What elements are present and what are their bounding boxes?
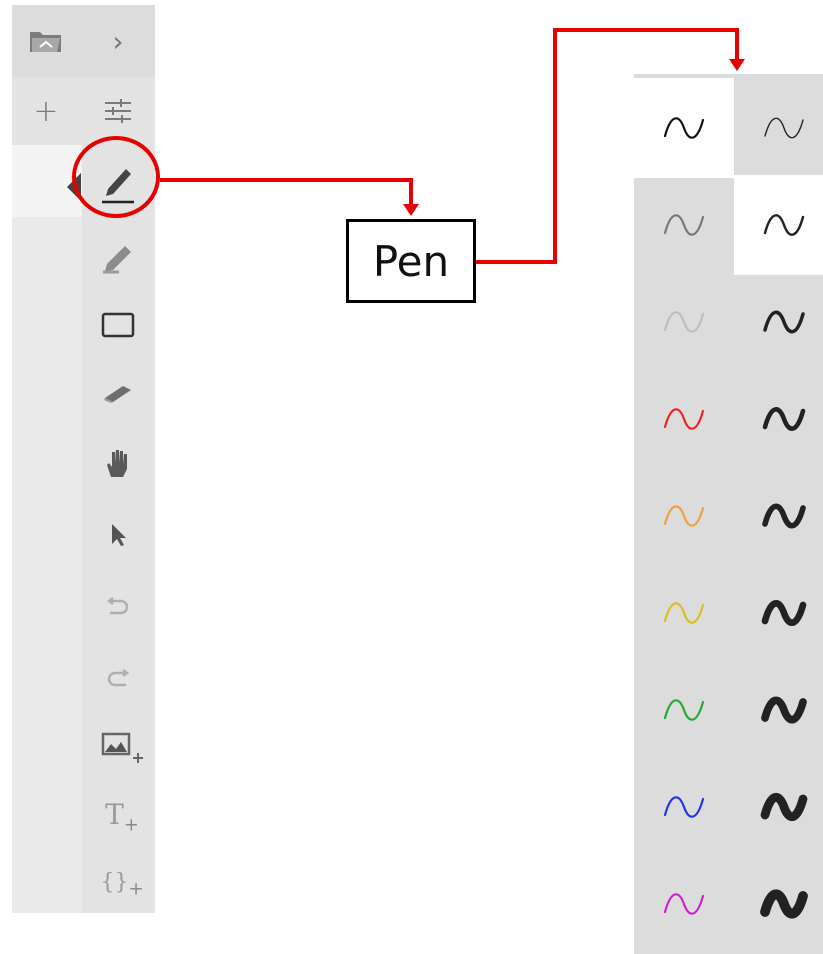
stroke-wave-icon	[663, 505, 705, 527]
stroke-wave-icon	[663, 408, 705, 430]
pen-color-magenta[interactable]	[634, 854, 734, 954]
stroke-wave-icon	[762, 503, 806, 529]
pen-thickness-9[interactable]	[734, 854, 823, 954]
pen-color-orange[interactable]	[634, 466, 734, 566]
pen-color-red[interactable]	[634, 369, 734, 469]
stroke-wave-icon	[663, 602, 705, 624]
stroke-wave-icon	[663, 311, 705, 333]
stroke-wave-icon	[760, 793, 808, 821]
stroke-wave-icon	[663, 214, 705, 236]
stroke-wave-icon	[761, 696, 807, 724]
pen-thickness-1[interactable]	[734, 78, 823, 178]
stroke-wave-icon	[764, 117, 804, 139]
stroke-wave-icon	[663, 893, 705, 915]
pen-thickness-6[interactable]	[734, 563, 823, 663]
pen-color-yellow[interactable]	[634, 563, 734, 663]
stroke-wave-icon	[762, 407, 806, 431]
pen-callout-label: Pen	[346, 219, 476, 303]
pen-color-light-gray[interactable]	[634, 272, 734, 372]
pen-color-green[interactable]	[634, 660, 734, 760]
pen-color-dark-gray[interactable]	[634, 175, 734, 275]
arrow-to-pen-callout	[160, 178, 413, 205]
pen-color-blue[interactable]	[634, 757, 734, 857]
arrowhead-pen-panel	[729, 59, 745, 71]
stroke-wave-icon	[763, 310, 805, 334]
stroke-wave-icon	[761, 600, 807, 626]
arrowhead-pen-callout	[403, 204, 419, 216]
stroke-wave-icon	[663, 699, 705, 721]
stroke-wave-icon	[760, 889, 808, 919]
stroke-wave-icon	[663, 796, 705, 818]
pen-thickness-7[interactable]	[734, 660, 823, 760]
pen-thickness-3[interactable]	[734, 272, 823, 372]
pen-thickness-8[interactable]	[734, 757, 823, 857]
stroke-wave-icon	[663, 117, 705, 139]
pen-palette-panel	[634, 74, 823, 954]
pen-thickness-2[interactable]	[734, 175, 823, 275]
pen-color-black[interactable]	[634, 78, 734, 178]
pen-thickness-4[interactable]	[734, 369, 823, 469]
stroke-wave-icon	[763, 214, 805, 236]
pen-thickness-5[interactable]	[734, 466, 823, 566]
